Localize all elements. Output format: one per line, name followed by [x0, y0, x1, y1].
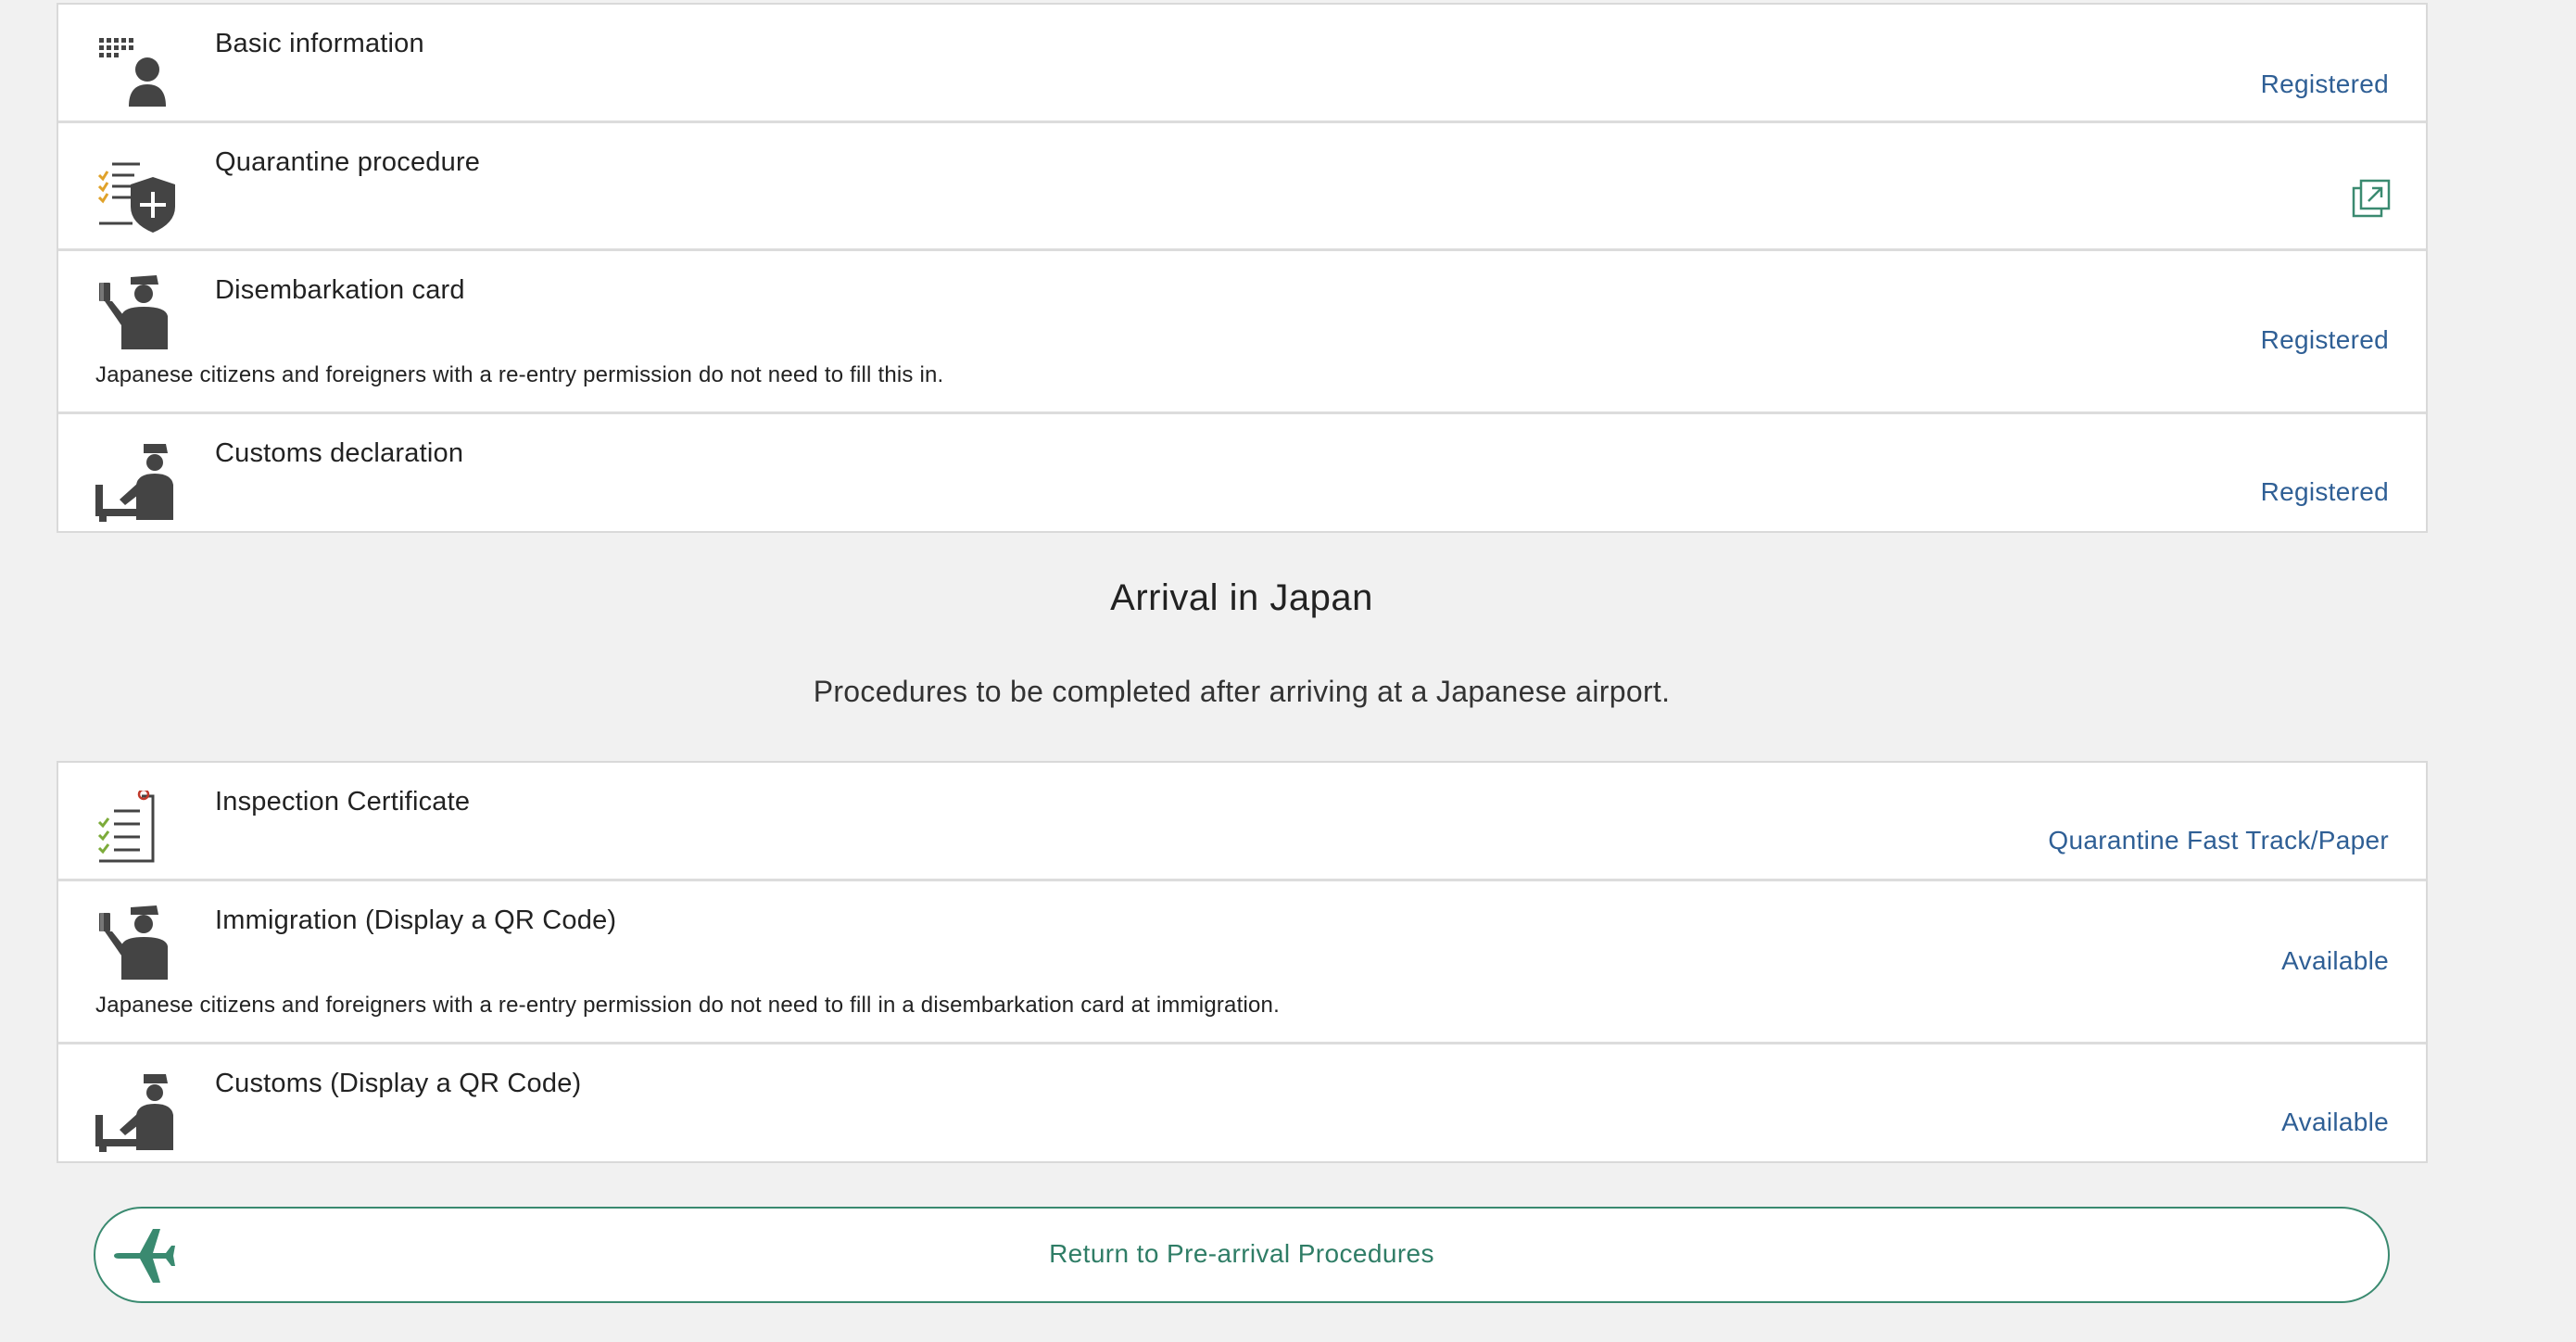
procedure-title: Inspection Certificate — [215, 787, 471, 817]
quarantine-shield-icon — [97, 162, 175, 233]
procedure-title: Immigration (Display a QR Code) — [215, 905, 617, 935]
arrival-procedures-list: Inspection Certificate Quarantine Fast T… — [57, 761, 2428, 1163]
status-quarantine-fast-track[interactable]: Quarantine Fast Track/Paper — [2048, 826, 2389, 855]
external-link-icon[interactable] — [2352, 179, 2393, 220]
section-heading: Arrival in Japan — [1110, 577, 1373, 618]
status-available[interactable]: Available — [2281, 1108, 2389, 1137]
procedure-note: Japanese citizens and foreigners with a … — [95, 362, 944, 387]
status-available[interactable]: Available — [2281, 946, 2389, 976]
procedure-inspection-certificate[interactable]: Inspection Certificate Quarantine Fast T… — [58, 763, 2426, 881]
procedure-title: Customs declaration — [215, 438, 464, 468]
status-registered[interactable]: Registered — [2261, 70, 2389, 99]
immigration-officer-icon — [99, 275, 168, 349]
procedure-title: Quarantine procedure — [215, 147, 481, 177]
return-to-pre-arrival-button[interactable]: Return to Pre-arrival Procedures — [94, 1207, 2390, 1303]
person-keypad-icon — [99, 38, 166, 107]
procedure-customs-declaration[interactable]: Customs declaration Registered — [58, 414, 2426, 531]
section-subheading: Procedures to be completed after arrivin… — [813, 675, 1671, 708]
procedure-title: Basic information — [215, 29, 424, 58]
checklist-icon — [97, 791, 155, 863]
immigration-officer-icon — [99, 905, 168, 980]
procedure-basic-information[interactable]: Basic information Registered — [58, 5, 2426, 123]
customs-officer-icon — [95, 444, 173, 522]
procedure-disembarkation-card[interactable]: Disembarkation card Registered Japanese … — [58, 251, 2426, 414]
status-registered[interactable]: Registered — [2261, 477, 2389, 507]
procedure-customs-qr[interactable]: Customs (Display a QR Code) Available — [58, 1044, 2426, 1161]
procedure-quarantine[interactable]: Quarantine procedure — [58, 123, 2426, 251]
customs-officer-icon — [95, 1074, 173, 1152]
procedure-immigration-qr[interactable]: Immigration (Display a QR Code) Availabl… — [58, 881, 2426, 1044]
procedure-title: Customs (Display a QR Code) — [215, 1069, 582, 1098]
procedure-title: Disembarkation card — [215, 275, 465, 305]
procedure-note: Japanese citizens and foreigners with a … — [95, 993, 1280, 1018]
status-registered[interactable]: Registered — [2261, 325, 2389, 355]
return-button-label: Return to Pre-arrival Procedures — [1049, 1239, 1434, 1268]
pre-arrival-procedures-list: Basic information Registered Quarantine … — [57, 3, 2428, 533]
